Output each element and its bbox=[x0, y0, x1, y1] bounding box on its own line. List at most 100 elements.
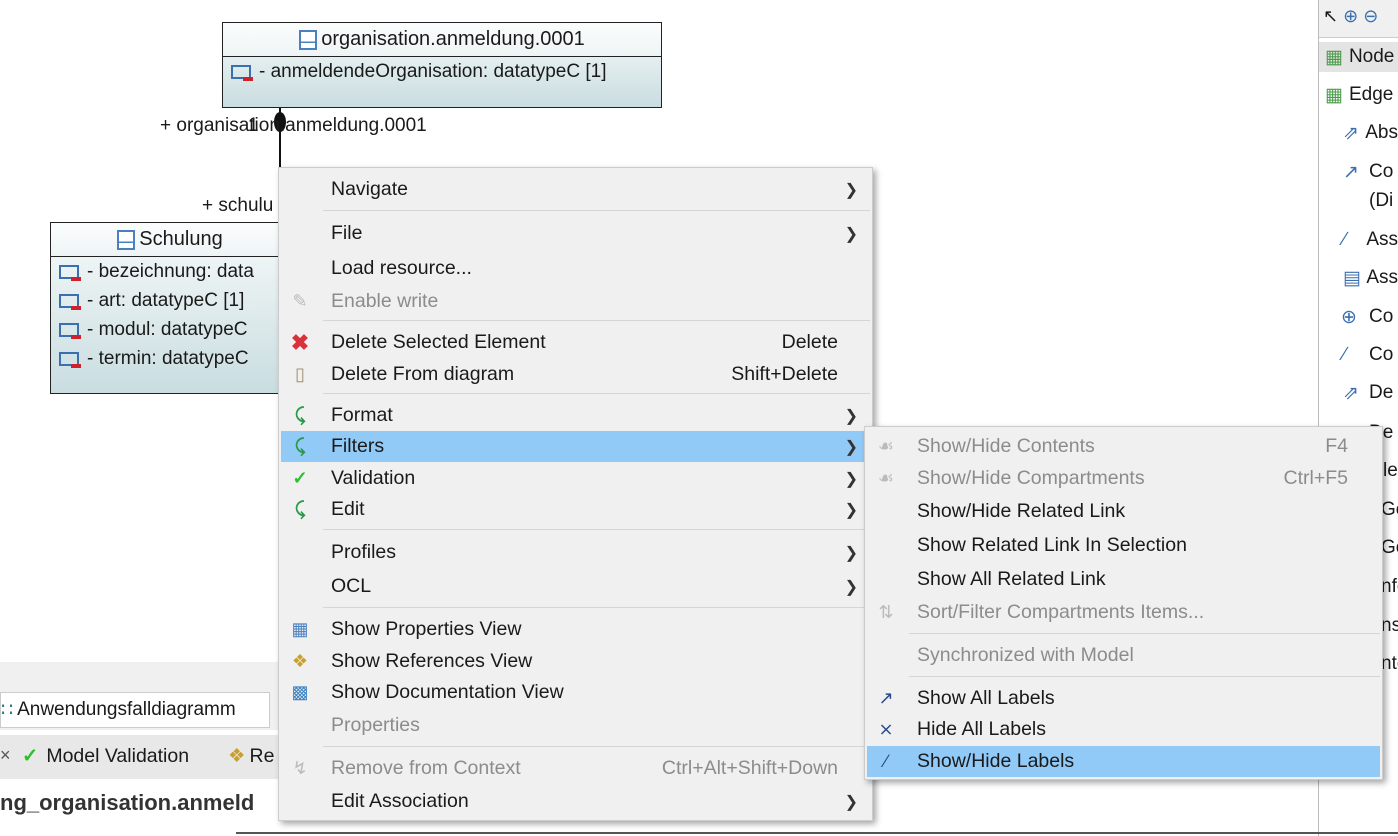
property-icon bbox=[231, 64, 253, 81]
checkmark-icon: ✓ bbox=[22, 745, 39, 767]
palette-item[interactable]: ∕ Co bbox=[1319, 340, 1398, 370]
zoom-out-icon[interactable]: ⊖ bbox=[1363, 6, 1378, 26]
menu-label: Show Related Link In Selection bbox=[917, 534, 1187, 556]
filters-submenu: ☙ Show/Hide Contents F4 ☙ Show/Hide Compart… bbox=[864, 426, 1383, 780]
submenu-item-sort-filter-compartments[interactable]: ⇅ Sort/Filter Compartments Items... bbox=[867, 597, 1380, 628]
chevron-right-icon: ❯ bbox=[844, 225, 858, 243]
menu-item-enable-write[interactable]: ✎ Enable write bbox=[281, 286, 870, 317]
references-icon: ❖ bbox=[291, 651, 309, 671]
menu-label: Show All Labels bbox=[917, 687, 1055, 709]
menu-item-edit[interactable]: ⤹ Edit ❯ bbox=[281, 494, 870, 525]
multiplicity-label: 1 bbox=[248, 115, 259, 136]
property-icon bbox=[59, 293, 81, 310]
menu-item-file[interactable]: File ❯ bbox=[281, 218, 870, 249]
menu-item-profiles[interactable]: Profiles ❯ bbox=[281, 537, 870, 568]
menu-item-edit-association[interactable]: Edit Association ❯ bbox=[281, 786, 870, 817]
menu-item-properties[interactable]: Properties bbox=[281, 710, 870, 741]
menu-separator bbox=[909, 676, 1380, 677]
submenu-item-show-hide-contents[interactable]: ☙ Show/Hide Contents F4 bbox=[867, 431, 1380, 462]
submenu-item-show-hide-related-link[interactable]: Show/Hide Related Link bbox=[867, 496, 1380, 527]
attribute-label: - modul: datatypeC bbox=[87, 318, 248, 340]
property-icon bbox=[59, 351, 81, 368]
menu-label: Delete Selected Element bbox=[331, 331, 546, 353]
view-tab-references[interactable]: ❖ Re bbox=[228, 744, 274, 768]
view-tab-model-validation[interactable]: ✓ Model Validation bbox=[22, 744, 189, 768]
menu-item-show-documentation-view[interactable]: ▩ Show Documentation View bbox=[281, 677, 870, 708]
menu-label: Enable write bbox=[331, 290, 439, 312]
papyrus-icon: ⤹ bbox=[294, 436, 306, 456]
attribute[interactable]: - modul: datatypeC bbox=[51, 315, 289, 344]
palette-item[interactable]: ▤ Ass bbox=[1319, 263, 1398, 293]
menu-item-validation[interactable]: ✓ Validation ❯ bbox=[281, 463, 870, 494]
attribute[interactable]: - art: datatypeC [1] bbox=[51, 286, 289, 315]
palette-item[interactable]: ⇗ De bbox=[1319, 378, 1398, 408]
close-icon[interactable]: × bbox=[0, 745, 11, 766]
editor-tab-anwendungsfalldiagramm[interactable]: ∷ Anwendungsfalldiagramm bbox=[0, 692, 270, 728]
menu-separator bbox=[323, 210, 870, 211]
attribute[interactable]: - bezeichnung: data bbox=[51, 257, 289, 286]
menu-separator bbox=[323, 529, 870, 530]
role-label-top[interactable]: + organisation.anmeldung.0001 bbox=[160, 115, 427, 137]
shortcut: F4 bbox=[1325, 435, 1348, 457]
shortcut: Shift+Delete bbox=[731, 363, 838, 385]
menu-label: Filters bbox=[331, 435, 385, 457]
menu-label: Show/Hide Related Link bbox=[917, 500, 1126, 522]
submenu-item-show-hide-compartments[interactable]: ☙ Show/Hide Compartments Ctrl+F5 bbox=[867, 463, 1380, 494]
submenu-item-show-all-related-link[interactable]: Show All Related Link bbox=[867, 564, 1380, 595]
group-icon: ▦ bbox=[1325, 84, 1343, 106]
submenu-item-show-hide-labels[interactable]: ∕ Show/Hide Labels bbox=[867, 746, 1380, 777]
attribute-label: - bezeichnung: data bbox=[87, 260, 254, 282]
chevron-right-icon: ❯ bbox=[844, 793, 858, 811]
submenu-item-show-related-link-in-selection[interactable]: Show Related Link In Selection bbox=[867, 530, 1380, 561]
palette-item[interactable]: ∕ Ass bbox=[1319, 225, 1398, 255]
menu-label: Hide All Labels bbox=[917, 718, 1046, 740]
property-icon bbox=[59, 322, 81, 339]
palette-item[interactable]: ⊕ Co bbox=[1319, 302, 1398, 332]
menu-item-ocl[interactable]: OCL ❯ bbox=[281, 571, 870, 602]
menu-item-remove-from-context[interactable]: ↯ Remove from Context Ctrl+Alt+Shift+Down bbox=[281, 753, 870, 784]
submenu-item-show-all-labels[interactable]: ↗ Show All Labels bbox=[867, 683, 1380, 714]
palette-item[interactable]: ↗ Co bbox=[1319, 157, 1398, 187]
pencil-icon: ✎ bbox=[292, 291, 308, 311]
dependency-icon: ⇗ bbox=[1343, 382, 1359, 404]
palette-item[interactable]: ⇗ Abs bbox=[1319, 118, 1398, 148]
class-organisation-anmeldung[interactable]: organisation.anmeldung.0001 - anmeldende… bbox=[222, 22, 662, 108]
role-label-bottom[interactable]: + schulu bbox=[202, 195, 273, 217]
association-icon: ∕ bbox=[1343, 229, 1347, 250]
attribute[interactable]: - termin: datatypeC bbox=[51, 344, 289, 373]
menu-item-show-references-view[interactable]: ❖ Show References View bbox=[281, 646, 870, 677]
menu-item-load-resource[interactable]: Load resource... bbox=[281, 253, 870, 284]
filter-icon: ☙ bbox=[877, 436, 895, 456]
palette-toolbar: ↖ ⊕ ⊖ bbox=[1319, 0, 1398, 38]
menu-separator bbox=[909, 633, 1380, 634]
filter-icon: ☙ bbox=[877, 468, 895, 488]
group-icon: ▦ bbox=[1325, 46, 1343, 68]
menu-label: Show All Related Link bbox=[917, 568, 1106, 590]
menu-label: Show/Hide Labels bbox=[917, 750, 1075, 772]
chevron-right-icon: ❯ bbox=[844, 438, 858, 456]
menu-item-delete-from-diagram[interactable]: ▯ Delete From diagram Shift+Delete bbox=[281, 359, 870, 390]
submenu-item-synchronized-with-model[interactable]: Synchronized with Model bbox=[867, 640, 1380, 671]
class-schulung[interactable]: Schulung - bezeichnung: data - art: data… bbox=[50, 222, 290, 394]
class-icon bbox=[117, 229, 136, 250]
menu-label: Show Properties View bbox=[331, 618, 522, 640]
submenu-item-hide-all-labels[interactable]: ⨯ Hide All Labels bbox=[867, 714, 1380, 745]
tab-label: Re bbox=[249, 744, 275, 767]
palette-group-edge[interactable]: ▦ Edge bbox=[1319, 80, 1398, 110]
menu-item-filters[interactable]: ⤹ Filters ❯ bbox=[281, 431, 870, 462]
shortcut: Ctrl+F5 bbox=[1283, 467, 1348, 489]
menu-item-navigate[interactable]: Navigate ❯ bbox=[281, 174, 870, 205]
zoom-in-icon[interactable]: ⊕ bbox=[1343, 6, 1358, 26]
menu-item-format[interactable]: ⤹ Format ❯ bbox=[281, 400, 870, 431]
select-tool-icon[interactable]: ↖ bbox=[1323, 6, 1338, 26]
chevron-right-icon: ❯ bbox=[844, 181, 858, 199]
attribute[interactable]: - anmeldendeOrganisation: datatypeC [1] bbox=[223, 57, 661, 86]
menu-item-show-properties-view[interactable]: ▦ Show Properties View bbox=[281, 614, 870, 645]
menu-label: Profiles bbox=[331, 541, 397, 563]
menu-label: Sort/Filter Compartments Items... bbox=[917, 601, 1205, 623]
menu-separator bbox=[323, 746, 870, 747]
menu-item-delete-selected-element[interactable]: ✖ Delete Selected Element Delete bbox=[281, 327, 870, 358]
palette-group-node[interactable]: ▦ Node bbox=[1319, 42, 1398, 72]
menu-label: Format bbox=[331, 404, 393, 426]
palette-item-sub: (Di bbox=[1369, 190, 1394, 211]
